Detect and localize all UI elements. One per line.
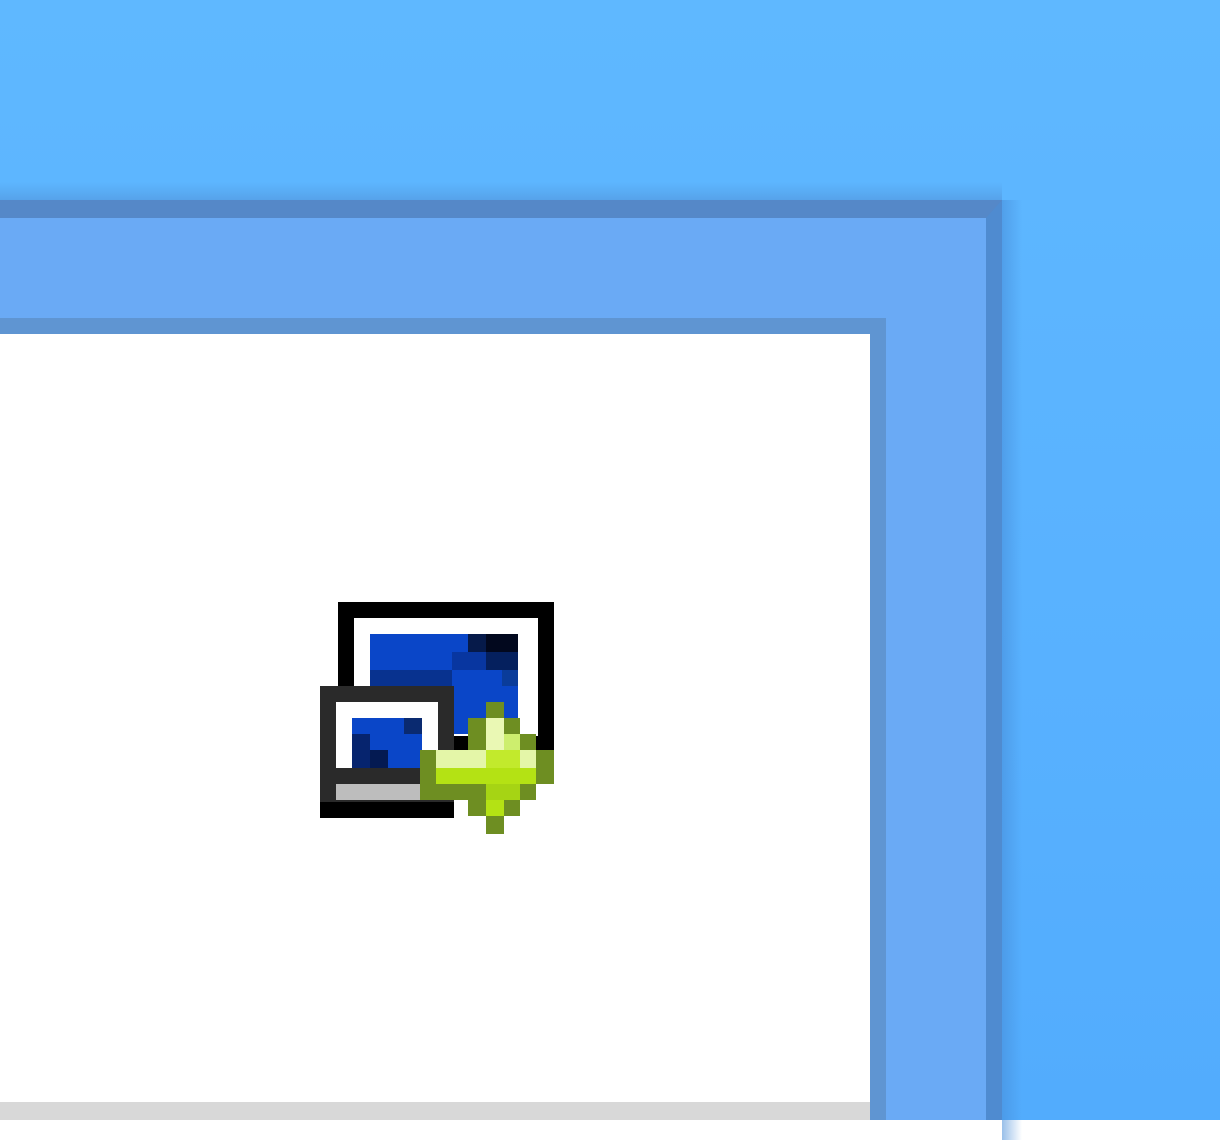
window-restore-arrow-icon-graphic [320,602,554,834]
frame-top-shadow [0,182,1002,200]
desktop-background [0,0,1220,1140]
window-restore-arrow-icon[interactable] [318,600,558,840]
front-window-taskbar [336,784,420,800]
arrow-body [436,768,536,784]
scrollbar-strip [0,1102,870,1120]
